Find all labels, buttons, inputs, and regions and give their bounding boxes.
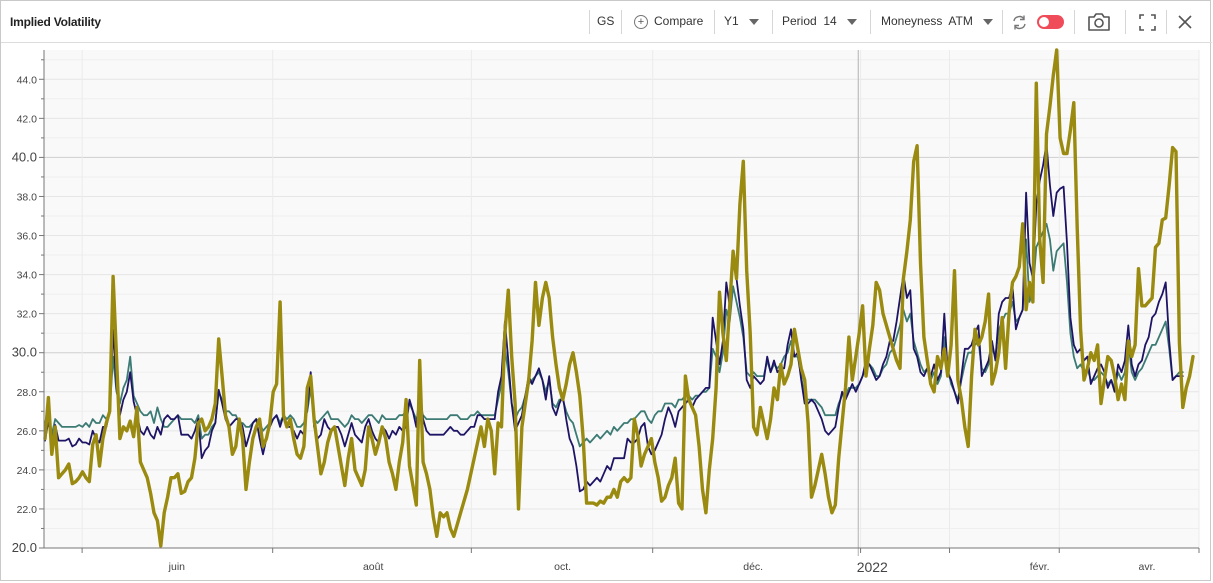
period-dropdown[interactable]: Period 14 [782,14,857,28]
range-dropdown[interactable]: Y1 [724,14,759,28]
ticker-button[interactable]: GS [597,14,614,28]
x-tick-label: avr. [1139,561,1156,573]
refresh-icon[interactable] [1011,14,1028,31]
x-axis-ticks: juin août oct. déc. 2022 févr. avr. [81,548,1200,575]
separator [1125,10,1126,34]
separator [772,10,773,34]
y-tick-label: 34.0 [17,270,38,282]
x-tick-label: oct. [554,561,571,573]
x-tick-label: juin [168,561,186,573]
y-tick-label: 26.0 [17,426,38,438]
separator [1074,10,1075,34]
separator [1002,10,1003,34]
fullscreen-icon[interactable] [1139,14,1156,31]
y-tick-label: 20.0 [12,540,37,555]
y-tick-label: 36.0 [17,231,38,243]
caret-down-icon [982,18,993,25]
y-tick-label: 30.0 [12,345,37,360]
period-value: 14 [823,14,837,28]
y-tick-label: 44.0 [17,74,38,86]
separator [870,10,871,34]
plus-circle-icon: + [634,14,648,29]
y-tick-label: 22.0 [17,504,38,516]
separator [1166,10,1167,34]
x-tick-label: déc. [743,561,763,573]
y-tick-label: 28.0 [17,387,38,399]
moneyness-dropdown[interactable]: Moneyness ATM [881,14,993,28]
x-tick-label: févr. [1030,561,1050,573]
caret-down-icon [748,18,759,25]
y-tick-label: 24.0 [17,465,38,477]
x-tick-label: 2022 [857,559,888,575]
y-tick-label: 42.0 [17,113,38,125]
toggle-switch[interactable] [1037,15,1064,29]
y-tick-label: 40.0 [12,149,37,164]
x-tick-label: août [363,561,384,573]
toolbar: Implied Volatility GS + Compare Y1 Period… [1,1,1212,43]
chart-title: Implied Volatility [10,15,101,29]
y-tick-label: 32.0 [17,309,38,321]
separator [714,10,715,34]
moneyness-value: ATM [948,14,973,28]
moneyness-label: Moneyness [881,14,943,28]
range-label: Y1 [724,14,739,28]
separator [589,10,590,34]
y-tick-label: 38.0 [17,191,38,203]
chart-area: 20.0 22.0 24.0 26.0 28.0 30.0 32.0 34.0 36.0 38.0… [12,48,1200,575]
close-icon[interactable] [1178,15,1192,29]
compare-label: Compare [654,14,704,28]
separator [621,10,622,34]
camera-icon[interactable] [1087,12,1111,32]
caret-down-icon [846,18,857,25]
chart-window: Implied Volatility GS + Compare Y1 Period… [0,0,1212,581]
period-label: Period [782,14,817,28]
y-axis-ticks: 20.0 22.0 24.0 26.0 28.0 30.0 32.0 34.0 36.0 38.0… [12,59,44,555]
compare-button[interactable]: + Compare [634,14,703,29]
